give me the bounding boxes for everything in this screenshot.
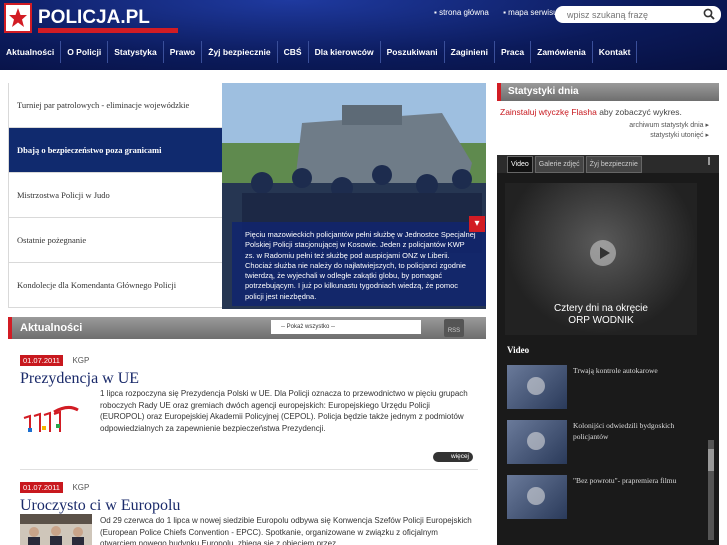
slider-list: Turniej par patrolowych - eliminacje woj… [8, 83, 222, 309]
featured-slider: Turniej par patrolowych - eliminacje woj… [8, 83, 486, 309]
video-item-title[interactable]: Kolonijści odwiedzili bydgoskich policja… [573, 420, 701, 442]
slider-photo[interactable]: Pięciu mazowieckich policjantów pełni sł… [222, 83, 486, 309]
news-header: Aktualności -- Pokaż wszystko -- RSS [8, 317, 486, 339]
slider-item-active[interactable]: Dbają o bezpieczeństwo poza granicami [8, 128, 222, 173]
presidency-logo [20, 402, 82, 438]
video-list-item[interactable]: "Bez powrotu"- prapremiera filmu [507, 475, 705, 523]
search-icon[interactable] [703, 8, 715, 20]
article-source: KGP [72, 356, 90, 365]
video-list-item[interactable]: Kolonijści odwiedzili bydgoskich policja… [507, 420, 705, 468]
nav-item-kontakt[interactable]: Kontakt [593, 41, 638, 63]
panel-handle[interactable] [708, 157, 715, 165]
slider-item[interactable]: Mistrzostwa Policji w Judo [8, 173, 222, 218]
police-star-icon [4, 3, 32, 33]
install-flash-link[interactable]: Zainstaluj wtyczkę Flasha [500, 107, 597, 117]
video-item-title[interactable]: "Bez powrotu"- prapremiera filmu [573, 475, 701, 486]
video-title: Cztery dni na okręcie ORP WODNIK [554, 303, 648, 326]
nav-item-zaginieni[interactable]: Zaginieni [445, 41, 495, 63]
play-icon [527, 487, 545, 505]
nav-item-prawo[interactable]: Prawo [164, 41, 203, 63]
nav-item-aktualnosci[interactable]: Aktualności [0, 41, 62, 63]
nav-item-o-policji[interactable]: O Policji [61, 41, 109, 63]
news-filter-select[interactable]: -- Pokaż wszystko -- [271, 320, 421, 334]
header-accent [8, 317, 12, 339]
logo[interactable]: POLICJA.PL [4, 2, 178, 34]
slider-next-arrow[interactable]: ▾ [469, 216, 485, 232]
article-body: 1 lipca rozpoczyna się Prezydencja Polsk… [100, 389, 468, 433]
stats-header: Statystyki dnia [497, 83, 719, 101]
drowning-stats-link[interactable]: statystyki utonięć ▸ [497, 131, 709, 141]
media-panel: Video Galerie zdjęć Żyj bezpiecznie Czte… [497, 155, 719, 545]
video-player[interactable]: Cztery dni na okręcie ORP WODNIK [505, 183, 697, 335]
stats-title: Statystyki dnia [508, 86, 579, 97]
article-title[interactable]: Prezydencja w UE [20, 370, 478, 388]
play-icon [527, 377, 545, 395]
play-icon[interactable] [590, 240, 616, 266]
header: POLICJA.PL ▪ strona główna ▪ mapa serwis… [0, 0, 727, 70]
home-link[interactable]: ▪ strona główna [434, 8, 495, 17]
nav-item-zamowienia[interactable]: Zamówienia [531, 41, 593, 63]
page: POLICJA.PL ▪ strona główna ▪ mapa serwis… [0, 0, 727, 545]
tab-gallery[interactable]: Galerie zdjęć [534, 156, 584, 173]
video-section-label: Video [507, 345, 530, 355]
logo-text: POLICJA.PL [38, 7, 150, 28]
article-date: 01.07.2011 [20, 482, 63, 493]
nav-item-cbs[interactable]: CBŚ [278, 41, 309, 63]
divider [20, 469, 478, 470]
rss-icon[interactable]: RSS [444, 319, 464, 337]
news-article: 01.07.2011 KGP Prezydencja w UE 1 lipca … [20, 350, 478, 462]
europol-photo [20, 514, 92, 545]
video-thumbnail [507, 420, 567, 464]
video-thumbnail [507, 365, 567, 409]
nav-item-statystyka[interactable]: Statystyka [108, 41, 164, 63]
flash-notice: Zainstaluj wtyczkę Flasha aby zobaczyć w… [500, 107, 719, 117]
article-body: Od 29 czerwca do 1 lipca w nowej siedzib… [100, 516, 472, 545]
news-article: 01.07.2011 KGP Uroczysto ci w Europolu O… [20, 477, 478, 545]
slider-caption: Pięciu mazowieckich policjantów pełni sł… [232, 222, 486, 306]
stats-archive-link[interactable]: archiwum statystyk dnia ▸ [497, 121, 709, 131]
header-accent [497, 83, 501, 101]
top-links: ▪ strona główna ▪ mapa serwisu [434, 8, 570, 17]
slider-item[interactable]: Turniej par patrolowych - eliminacje woj… [8, 83, 222, 128]
slider-item[interactable]: Kondolecje dla Komendanta Głównego Polic… [8, 263, 222, 308]
scrollbar-thumb[interactable] [708, 449, 714, 471]
nav-item-praca[interactable]: Praca [495, 41, 532, 63]
tab-video[interactable]: Video [507, 156, 533, 173]
flash-notice-text: aby zobaczyć wykres. [596, 107, 682, 117]
read-more-button[interactable]: więcej [433, 452, 473, 462]
main-nav: Aktualności O Policji Statystyka Prawo Ż… [0, 41, 727, 63]
logo-underline [38, 28, 178, 33]
right-column: Statystyki dnia Zainstaluj wtyczkę Flash… [497, 83, 719, 545]
media-tabs: Video Galerie zdjęć Żyj bezpiecznie [497, 155, 719, 173]
nav-item-poszukiwani[interactable]: Poszukiwani [381, 41, 445, 63]
video-list-item[interactable]: Trwają kontrole autokarowe [507, 365, 705, 413]
article-title[interactable]: Uroczysto ci w Europolu [20, 497, 478, 515]
play-icon [527, 432, 545, 450]
news-section: Aktualności -- Pokaż wszystko -- RSS 01.… [8, 317, 486, 545]
stats-links: archiwum statystyk dnia ▸ statystyki uto… [497, 121, 709, 141]
nav-item-dla-kierowcow[interactable]: Dla kierowców [309, 41, 381, 63]
article-date: 01.07.2011 [20, 355, 63, 366]
stats-panel: Statystyki dnia Zainstaluj wtyczkę Flash… [497, 83, 719, 141]
search-input[interactable] [567, 9, 707, 20]
search-box [555, 6, 721, 23]
slider-item[interactable]: Ostatnie pożegnanie [8, 218, 222, 263]
tab-zyj-bezpiecznie[interactable]: Żyj bezpiecznie [585, 156, 642, 173]
nav-item-zyj-bezpiecznie[interactable]: Żyj bezpiecznie [202, 41, 278, 63]
video-item-title[interactable]: Trwają kontrole autokarowe [573, 365, 701, 376]
news-title: Aktualności [20, 322, 83, 334]
article-source: KGP [72, 483, 90, 492]
video-thumbnail [507, 475, 567, 519]
